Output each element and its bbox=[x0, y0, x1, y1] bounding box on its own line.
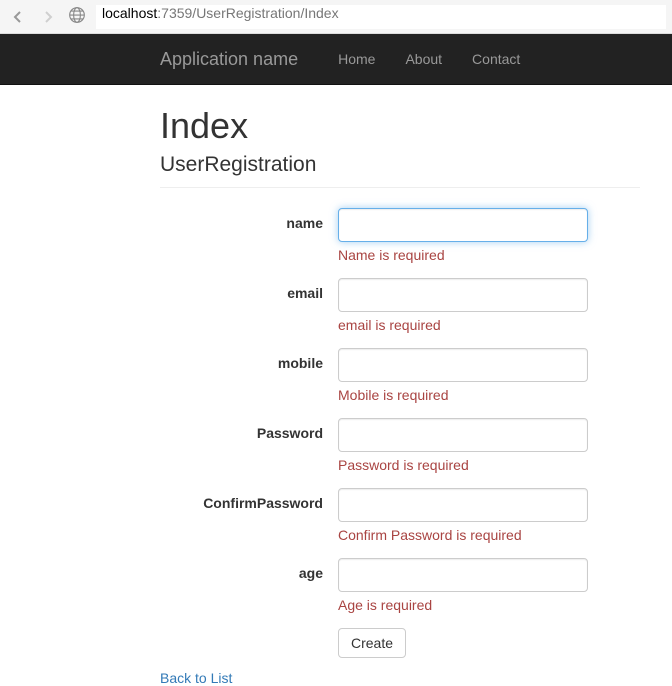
nav-link-about[interactable]: About bbox=[390, 36, 457, 82]
age-label: age bbox=[160, 558, 338, 613]
divider bbox=[160, 187, 640, 188]
page-title: Index bbox=[160, 105, 640, 147]
name-error: Name is required bbox=[338, 247, 588, 263]
mobile-error: Mobile is required bbox=[338, 387, 588, 403]
mobile-input[interactable] bbox=[338, 348, 588, 382]
age-error: Age is required bbox=[338, 597, 588, 613]
password-error: Password is required bbox=[338, 457, 588, 473]
globe-icon bbox=[66, 6, 86, 27]
confirm-password-input[interactable] bbox=[338, 488, 588, 522]
name-label: name bbox=[160, 208, 338, 263]
form-group-mobile: mobile Mobile is required bbox=[160, 348, 640, 403]
url-host: localhost bbox=[102, 5, 157, 21]
form-group-password: Password Password is required bbox=[160, 418, 640, 473]
email-error: email is required bbox=[338, 317, 588, 333]
main-content: Index UserRegistration name Name is requ… bbox=[0, 85, 640, 686]
back-to-list-link[interactable]: Back to List bbox=[160, 670, 232, 686]
navbar: Application name Home About Contact bbox=[0, 34, 672, 85]
url-rest: :7359/UserRegistration/Index bbox=[157, 5, 338, 21]
email-label: email bbox=[160, 278, 338, 333]
confirm-password-label: ConfirmPassword bbox=[160, 488, 338, 543]
form-group-name: name Name is required bbox=[160, 208, 640, 263]
create-button[interactable]: Create bbox=[338, 628, 406, 658]
mobile-label: mobile bbox=[160, 348, 338, 403]
form-group-age: age Age is required bbox=[160, 558, 640, 613]
form-group-confirm-password: ConfirmPassword Confirm Password is requ… bbox=[160, 488, 640, 543]
nav-link-contact[interactable]: Contact bbox=[457, 36, 535, 82]
url-bar[interactable]: localhost:7359/UserRegistration/Index bbox=[96, 5, 666, 29]
age-input[interactable] bbox=[338, 558, 588, 592]
password-input[interactable] bbox=[338, 418, 588, 452]
forward-icon bbox=[36, 5, 60, 29]
page-subtitle: UserRegistration bbox=[160, 153, 640, 177]
nav-link-home[interactable]: Home bbox=[323, 36, 390, 82]
submit-row: Create bbox=[160, 628, 640, 658]
name-input[interactable] bbox=[338, 208, 588, 242]
navbar-brand[interactable]: Application name bbox=[160, 49, 298, 70]
email-input[interactable] bbox=[338, 278, 588, 312]
form-group-email: email email is required bbox=[160, 278, 640, 333]
browser-toolbar: localhost:7359/UserRegistration/Index bbox=[0, 0, 672, 34]
back-icon[interactable] bbox=[6, 5, 30, 29]
password-label: Password bbox=[160, 418, 338, 473]
confirm-password-error: Confirm Password is required bbox=[338, 527, 588, 543]
